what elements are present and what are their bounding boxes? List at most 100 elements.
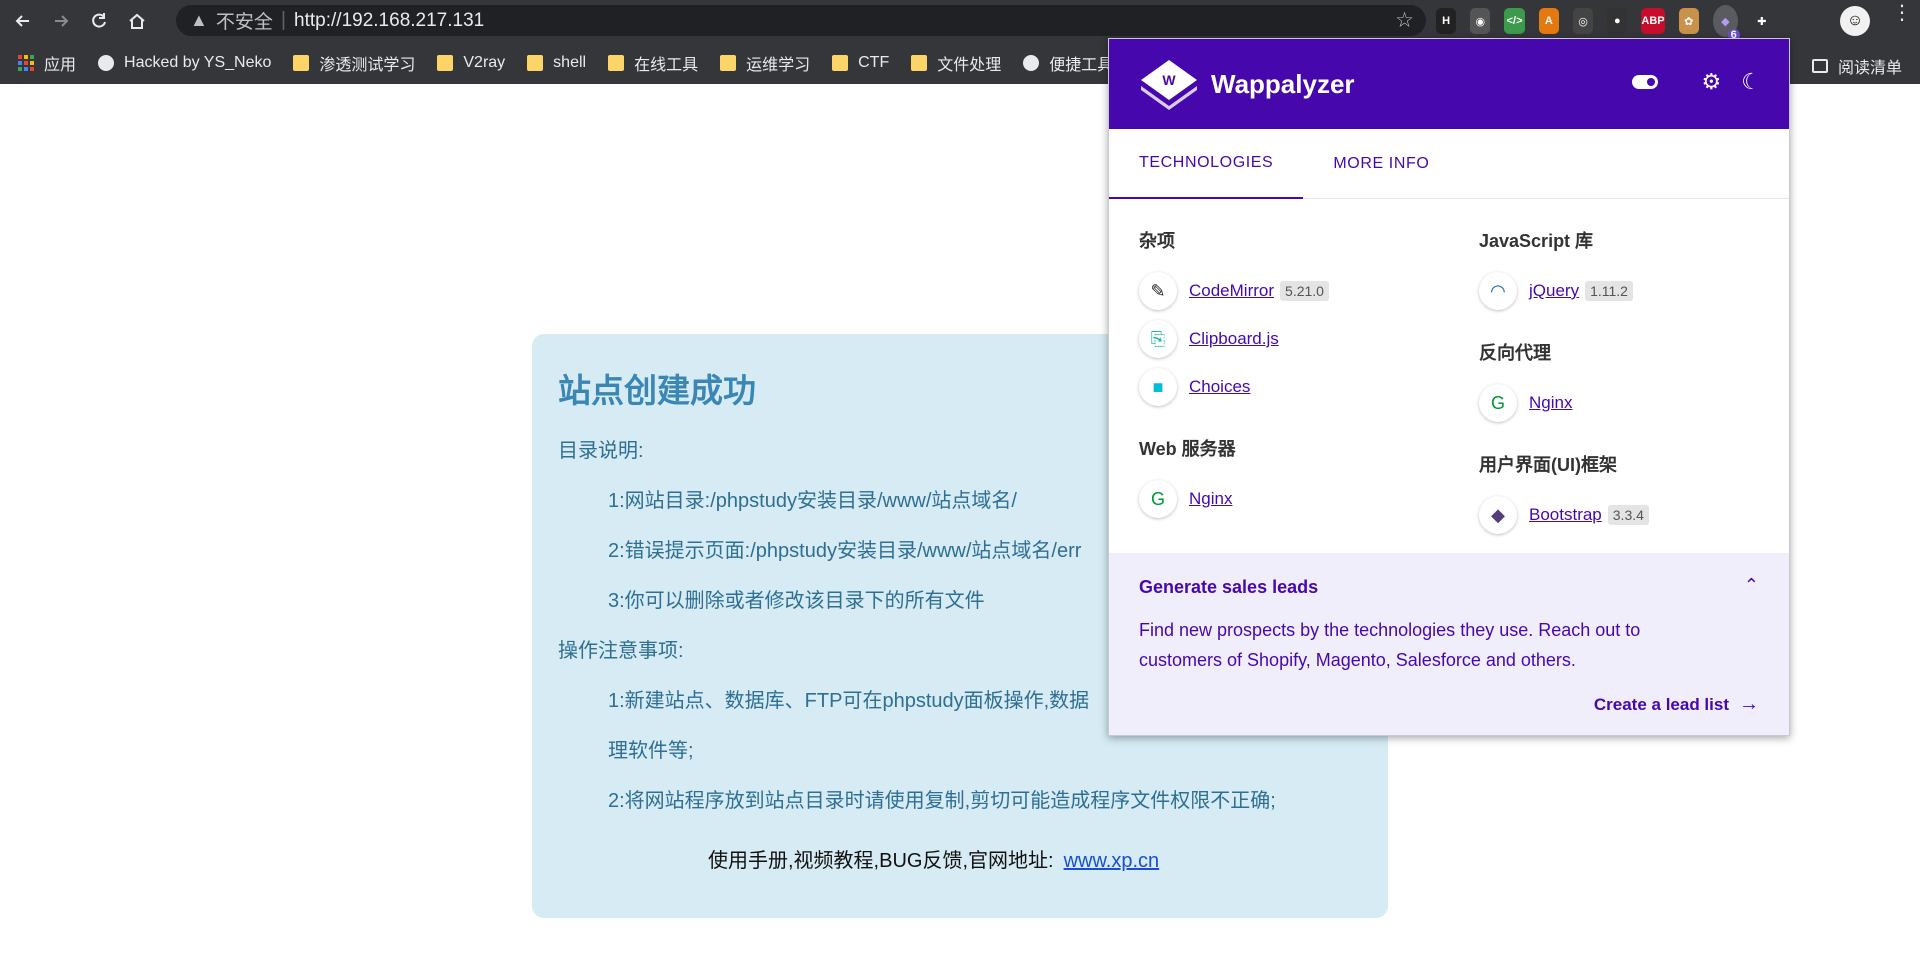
forward-button[interactable] [46, 6, 76, 36]
back-button[interactable] [8, 6, 38, 36]
tech-item: ◠ jQuery 1.11.2 [1479, 267, 1809, 315]
category-title: 杂项 [1139, 231, 1175, 251]
tech-name-link[interactable]: jQuery [1529, 281, 1579, 301]
bookmark-label: CTF [858, 54, 890, 71]
bookmark-item[interactable]: 运维学习 [720, 51, 810, 75]
bookmark-item[interactable]: 渗透测试学习 [293, 51, 415, 75]
tech-item: ✎ CodeMirror 5.21.0 [1139, 267, 1469, 315]
reading-list-icon [1811, 59, 1828, 73]
ops-item-1: 1:新建站点、数据库、FTP可在phpstudy面板操作,数据 [608, 690, 1090, 712]
ext-cookie-icon[interactable]: ✿ [1678, 8, 1699, 34]
bookmark-list: Hacked by YS_Neko 渗透测试学习 V2ray shell 在线工具 运维学… [98, 51, 1135, 75]
tech-item: ◆ Bootstrap 3.3.4 [1479, 491, 1809, 539]
ext-puzzle-icon[interactable]: ✚ [1751, 8, 1773, 34]
dir-item-3: 3:你可以删除或者修改该目录下的所有文件 [608, 590, 985, 612]
bookmark-item[interactable]: CTF [832, 51, 889, 75]
bookmark-label: 运维学习 [746, 57, 811, 74]
tech-item: G Nginx [1139, 475, 1469, 523]
wappalyzer-popup: W Wappalyzer ⚙ ☾ TECHNOLOGIES MORE INFO … [1108, 38, 1790, 736]
gear-icon[interactable]: ⚙ [1702, 69, 1722, 95]
dir-heading: 目录说明: [558, 440, 644, 462]
folder-icon [911, 55, 928, 71]
tech-item: ⎘ Clipboard.js [1139, 315, 1469, 363]
ext-abp-icon[interactable]: ABP [1641, 8, 1665, 34]
leads-description: Find new prospects by the technologies t… [1139, 620, 1641, 670]
folder-icon [832, 55, 849, 71]
profile-avatar[interactable]: ☺ [1840, 6, 1870, 36]
bookmark-apps[interactable]: 应用 [18, 51, 76, 75]
globe-icon [1023, 55, 1040, 71]
back-arrow-icon [15, 15, 29, 27]
tech-name-link[interactable]: CodeMirror [1189, 281, 1274, 301]
tech-name-link[interactable]: Nginx [1529, 393, 1572, 413]
tech-name-link[interactable]: Clipboard.js [1189, 329, 1279, 349]
leads-title: Generate sales leads [1139, 577, 1319, 597]
ext-code-icon[interactable]: </> [1504, 8, 1525, 34]
version-badge: 3.3.4 [1607, 505, 1649, 525]
category-title: 用户界面(UI)框架 [1479, 455, 1617, 475]
arrow-right-icon: → [1739, 693, 1759, 715]
bookmark-item[interactable]: 文件处理 [911, 51, 1001, 75]
tech-column-left: 杂项 ✎ CodeMirror 5.21.0 ⎘ Clipboard.js ■ Choices… [1139, 227, 1469, 523]
menu-dots-icon[interactable]: ⋮ [1892, 3, 1912, 23]
toggle-icon[interactable] [1631, 75, 1658, 89]
nginx-icon: G [1479, 384, 1517, 422]
omnibox-separator: | [280, 9, 287, 31]
create-lead-list-button[interactable]: Create a lead list → [1594, 693, 1759, 716]
ext-spy-icon[interactable]: ◉ [1470, 8, 1491, 34]
home-button[interactable] [122, 6, 152, 36]
jquery-icon: ◠ [1479, 272, 1517, 310]
security-label[interactable]: 不安全 [216, 7, 273, 34]
home-icon [129, 13, 145, 29]
tech-name-link[interactable]: Nginx [1189, 489, 1232, 509]
tab-more-info[interactable]: MORE INFO [1303, 129, 1459, 199]
ext-dark-icon[interactable]: H [1436, 8, 1457, 34]
bookmark-item[interactable]: Hacked by YS_Neko [98, 51, 271, 75]
apps-grid-icon [18, 55, 34, 71]
wappalyzer-header: W Wappalyzer ⚙ ☾ [1109, 39, 1789, 129]
category-gap [1139, 411, 1469, 435]
category-title: Web 服务器 [1139, 439, 1236, 459]
bookmark-label: shell [553, 54, 587, 71]
bookmark-star-icon[interactable]: ☆ [1395, 8, 1414, 33]
url-text[interactable]: http://192.168.217.131 [294, 10, 484, 32]
folder-icon [720, 55, 737, 71]
bookmark-label: 便捷工具 [1049, 57, 1114, 74]
bookmark-item[interactable]: V2ray [437, 51, 505, 75]
warning-icon: ▲ [190, 10, 208, 30]
header-actions: ⚙ ☾ [1631, 69, 1761, 95]
ext-panda-icon[interactable]: ● [1607, 8, 1628, 34]
bookmark-item[interactable]: 便捷工具 [1023, 51, 1113, 75]
reading-list-label: 阅读清单 [1837, 60, 1902, 77]
bootstrap-icon: ◆ [1479, 496, 1517, 534]
tech-name-link[interactable]: Bootstrap [1529, 505, 1602, 525]
tab-technologies[interactable]: TECHNOLOGIES [1109, 129, 1304, 199]
wappalyzer-logo-icon: W [1141, 60, 1197, 110]
version-badge: 5.21.0 [1280, 281, 1329, 301]
folder-icon [293, 55, 310, 71]
sales-leads-panel: Generate sales leads ⌃ Find new prospect… [1109, 553, 1789, 735]
reload-button[interactable] [84, 6, 114, 36]
codemirror-icon: ✎ [1139, 272, 1177, 310]
moon-icon[interactable]: ☾ [1741, 69, 1761, 95]
ext-glasses-icon[interactable]: ◎ [1572, 8, 1594, 34]
address-bar[interactable]: ▲ 不安全 | http://192.168.217.131 ☆ [176, 5, 1426, 36]
browser-toolbar: ▲ 不安全 | http://192.168.217.131 ☆ H ◉ </> A ◎… [0, 0, 1920, 42]
tech-name-link[interactable]: Choices [1189, 377, 1250, 397]
official-site-link[interactable]: www.xp.cn [1064, 850, 1160, 872]
footer-text: 使用手册,视频教程,BUG反馈,官网地址: [708, 850, 1054, 872]
bookmark-item[interactable]: shell [527, 51, 586, 75]
chevron-up-icon[interactable]: ⌃ [1744, 575, 1759, 596]
dir-item-1: 1:网站目录:/phpstudy安装目录/www/站点域名/ [608, 490, 1017, 512]
wappalyzer-tabs: TECHNOLOGIES MORE INFO [1109, 129, 1789, 199]
ext-wappalyzer-icon[interactable]: ◆ 6 [1712, 5, 1740, 41]
bookmark-label: 渗透测试学习 [319, 57, 416, 74]
page-title: 站点创建成功 [558, 372, 756, 409]
reading-list-button[interactable]: 阅读清单 [1811, 54, 1902, 78]
create-lead-list-label: Create a lead list [1593, 694, 1729, 714]
bookmark-item[interactable]: 在线工具 [608, 51, 698, 75]
tech-item: ■ Choices [1139, 363, 1469, 411]
bookmark-label: 在线工具 [634, 57, 699, 74]
ext-amazon-icon[interactable]: A [1538, 8, 1559, 34]
choices-icon: ■ [1139, 368, 1177, 406]
